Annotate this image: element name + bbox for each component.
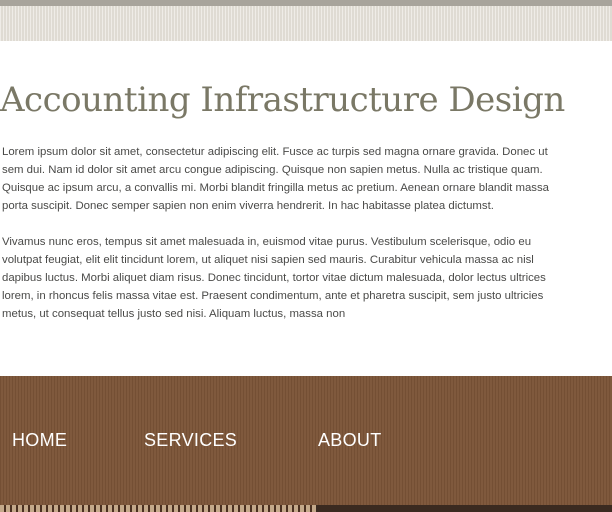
footer: HOME SERVICES ABOUT [0, 376, 612, 512]
content-paragraph-1: Lorem ipsum dolor sit amet, consectetur … [2, 146, 550, 212]
bottom-bar [0, 505, 612, 512]
bottom-bar-accent [0, 505, 316, 512]
nav-services-link[interactable]: SERVICES [144, 428, 237, 452]
footer-nav: HOME SERVICES ABOUT [0, 428, 612, 452]
nav-home-link[interactable]: HOME [12, 428, 67, 452]
content-paragraph-2: Vivamus nunc eros, tempus sit amet males… [2, 236, 546, 320]
main-content: Lorem ipsum dolor sit amet, consectetur … [2, 143, 564, 341]
header-band [0, 6, 612, 41]
nav-about-link[interactable]: ABOUT [318, 428, 382, 452]
page-title: Accounting Infrastructure Design [0, 80, 565, 120]
